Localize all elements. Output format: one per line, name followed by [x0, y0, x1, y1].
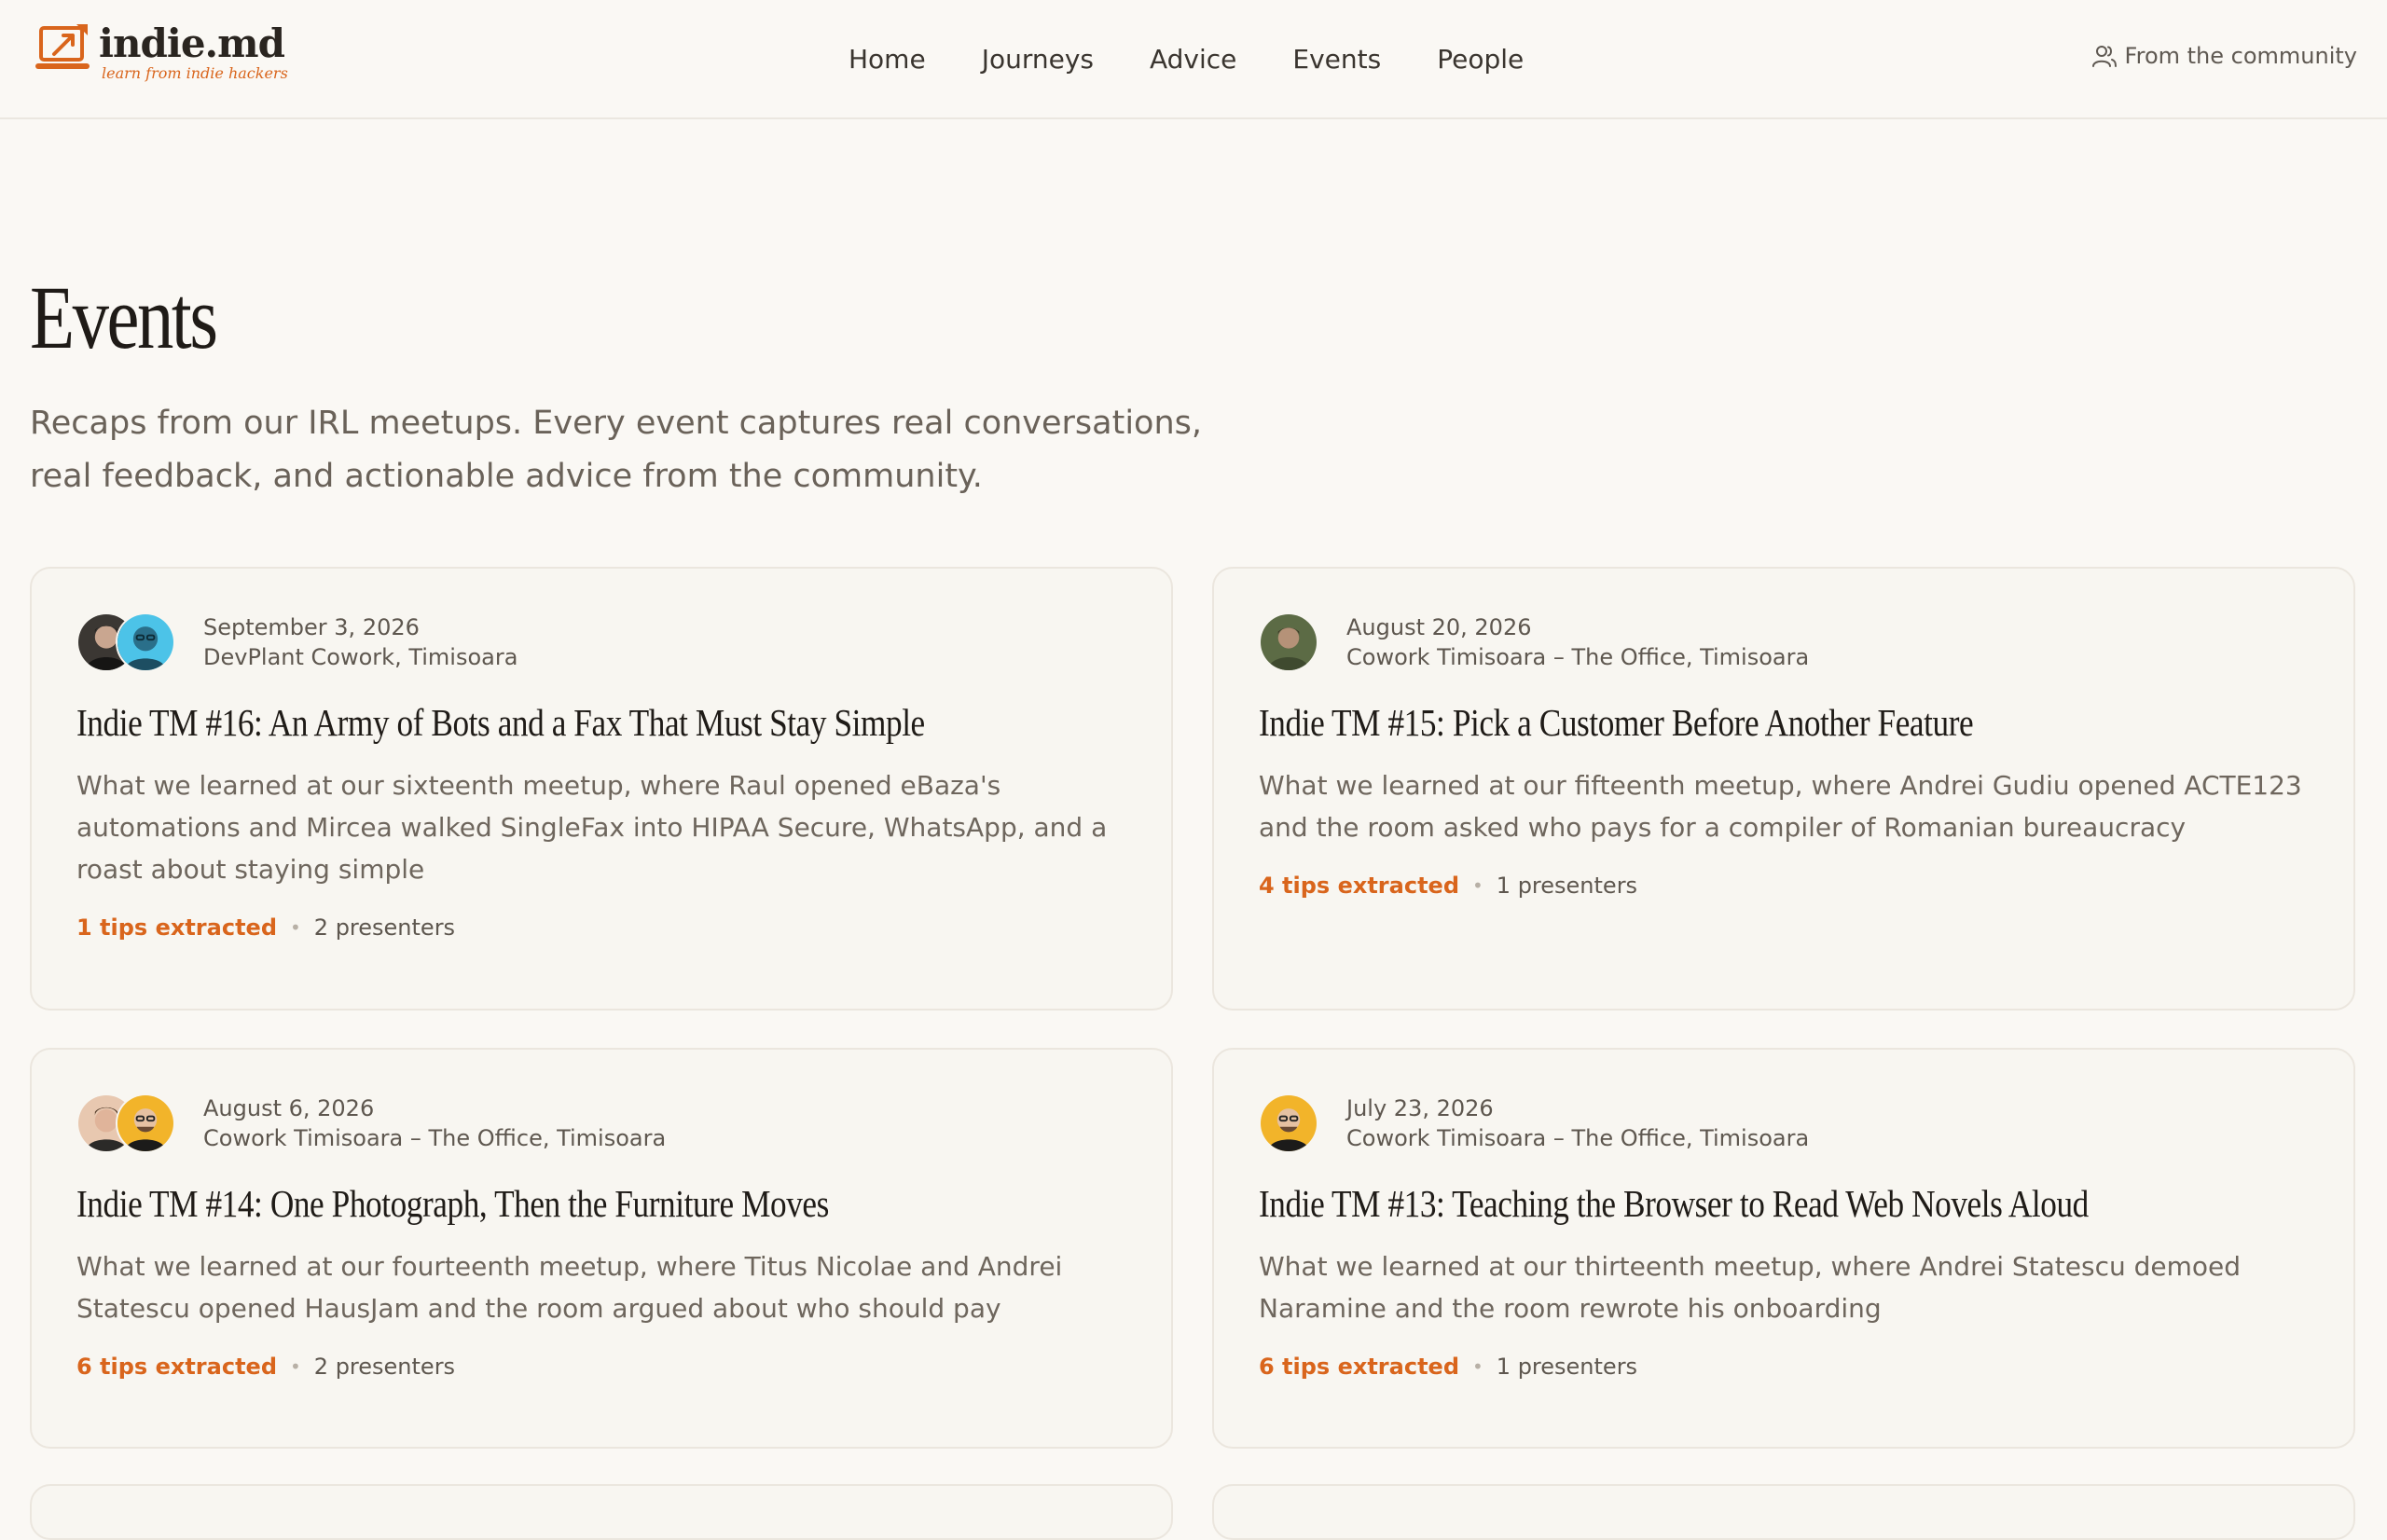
nav-home[interactable]: Home [849, 41, 926, 78]
event-title[interactable]: Indie TM #15: Pick a Customer Before Ano… [1259, 697, 2161, 748]
separator-dot: • [290, 1355, 301, 1378]
event-description: What we learned at our sixteenth meetup,… [76, 770, 1108, 885]
event-description: What we learned at our fifteenth meetup,… [1259, 770, 2302, 843]
event-card-partial[interactable] [30, 1484, 1173, 1540]
presenters-count: 1 presenters [1496, 873, 1638, 899]
tips-count: 6 tips extracted [1259, 1354, 1459, 1380]
tips-count: 6 tips extracted [76, 1354, 277, 1380]
presenters-count: 2 presenters [313, 914, 456, 941]
event-card[interactable]: July 23, 2026 Cowork Timisoara – The Off… [1212, 1048, 2355, 1449]
event-description: What we learned at our thirteenth meetup… [1259, 1251, 2242, 1324]
event-description: What we learned at our fourteenth meetup… [76, 1251, 1063, 1324]
event-card[interactable]: August 6, 2026 Cowork Timisoara – The Of… [30, 1048, 1173, 1449]
presenters-count: 1 presenters [1496, 1354, 1638, 1380]
logo-tagline: learn from indie hackers [102, 64, 288, 82]
avatar [116, 1093, 175, 1153]
separator-dot: • [290, 916, 301, 939]
page-subtitle: Recaps from our IRL meetups. Every event… [30, 405, 1203, 495]
nav-journeys[interactable]: Journeys [982, 41, 1094, 78]
separator-dot: • [1472, 874, 1483, 897]
main-nav: Home Journeys Advice Events People [849, 41, 1580, 78]
event-location: Cowork Timisoara – The Office, Timisoara [1346, 644, 1810, 670]
event-location: Cowork Timisoara – The Office, Timisoara [1346, 1125, 1810, 1151]
event-location: Cowork Timisoara – The Office, Timisoara [203, 1125, 667, 1151]
avatar [1259, 612, 1318, 672]
community-label: From the community [2124, 43, 2357, 69]
users-icon [2091, 46, 2117, 67]
event-date: July 23, 2026 [1346, 1095, 1494, 1121]
event-date: August 6, 2026 [203, 1095, 375, 1121]
presenter-avatars [76, 1093, 175, 1153]
page-title: Events [30, 268, 218, 367]
event-title[interactable]: Indie TM #13: Teaching the Browser to Re… [1259, 1178, 2161, 1229]
event-card-partial[interactable] [1212, 1484, 2355, 1540]
avatar [116, 612, 175, 672]
community-link[interactable]: From the community [2091, 43, 2357, 69]
event-card[interactable]: September 3, 2026 DevPlant Cowork, Timis… [30, 567, 1173, 1011]
nav-people[interactable]: People [1437, 41, 1524, 78]
tips-count: 1 tips extracted [76, 914, 277, 941]
avatar [1259, 1093, 1318, 1153]
site-header: indie.md learn from indie hackers Home J… [0, 0, 2387, 119]
event-date: September 3, 2026 [203, 614, 420, 640]
event-date: August 20, 2026 [1346, 614, 1532, 640]
site-logo[interactable]: indie.md learn from indie hackers [35, 22, 288, 82]
event-title[interactable]: Indie TM #14: One Photograph, Then the F… [76, 1178, 979, 1229]
event-card[interactable]: August 20, 2026 Cowork Timisoara – The O… [1212, 567, 2355, 1011]
presenter-avatars [1259, 1093, 1318, 1153]
separator-dot: • [1472, 1355, 1483, 1378]
laptop-rocket-icon [35, 24, 90, 69]
event-location: DevPlant Cowork, Timisoara [203, 644, 518, 670]
event-title[interactable]: Indie TM #16: An Army of Bots and a Fax … [76, 697, 979, 748]
logo-name: indie.md [99, 21, 285, 66]
presenter-avatars [1259, 612, 1318, 672]
nav-advice[interactable]: Advice [1150, 41, 1236, 78]
tips-count: 4 tips extracted [1259, 873, 1459, 899]
presenters-count: 2 presenters [313, 1354, 456, 1380]
nav-events[interactable]: Events [1292, 41, 1381, 78]
presenter-avatars [76, 612, 175, 672]
